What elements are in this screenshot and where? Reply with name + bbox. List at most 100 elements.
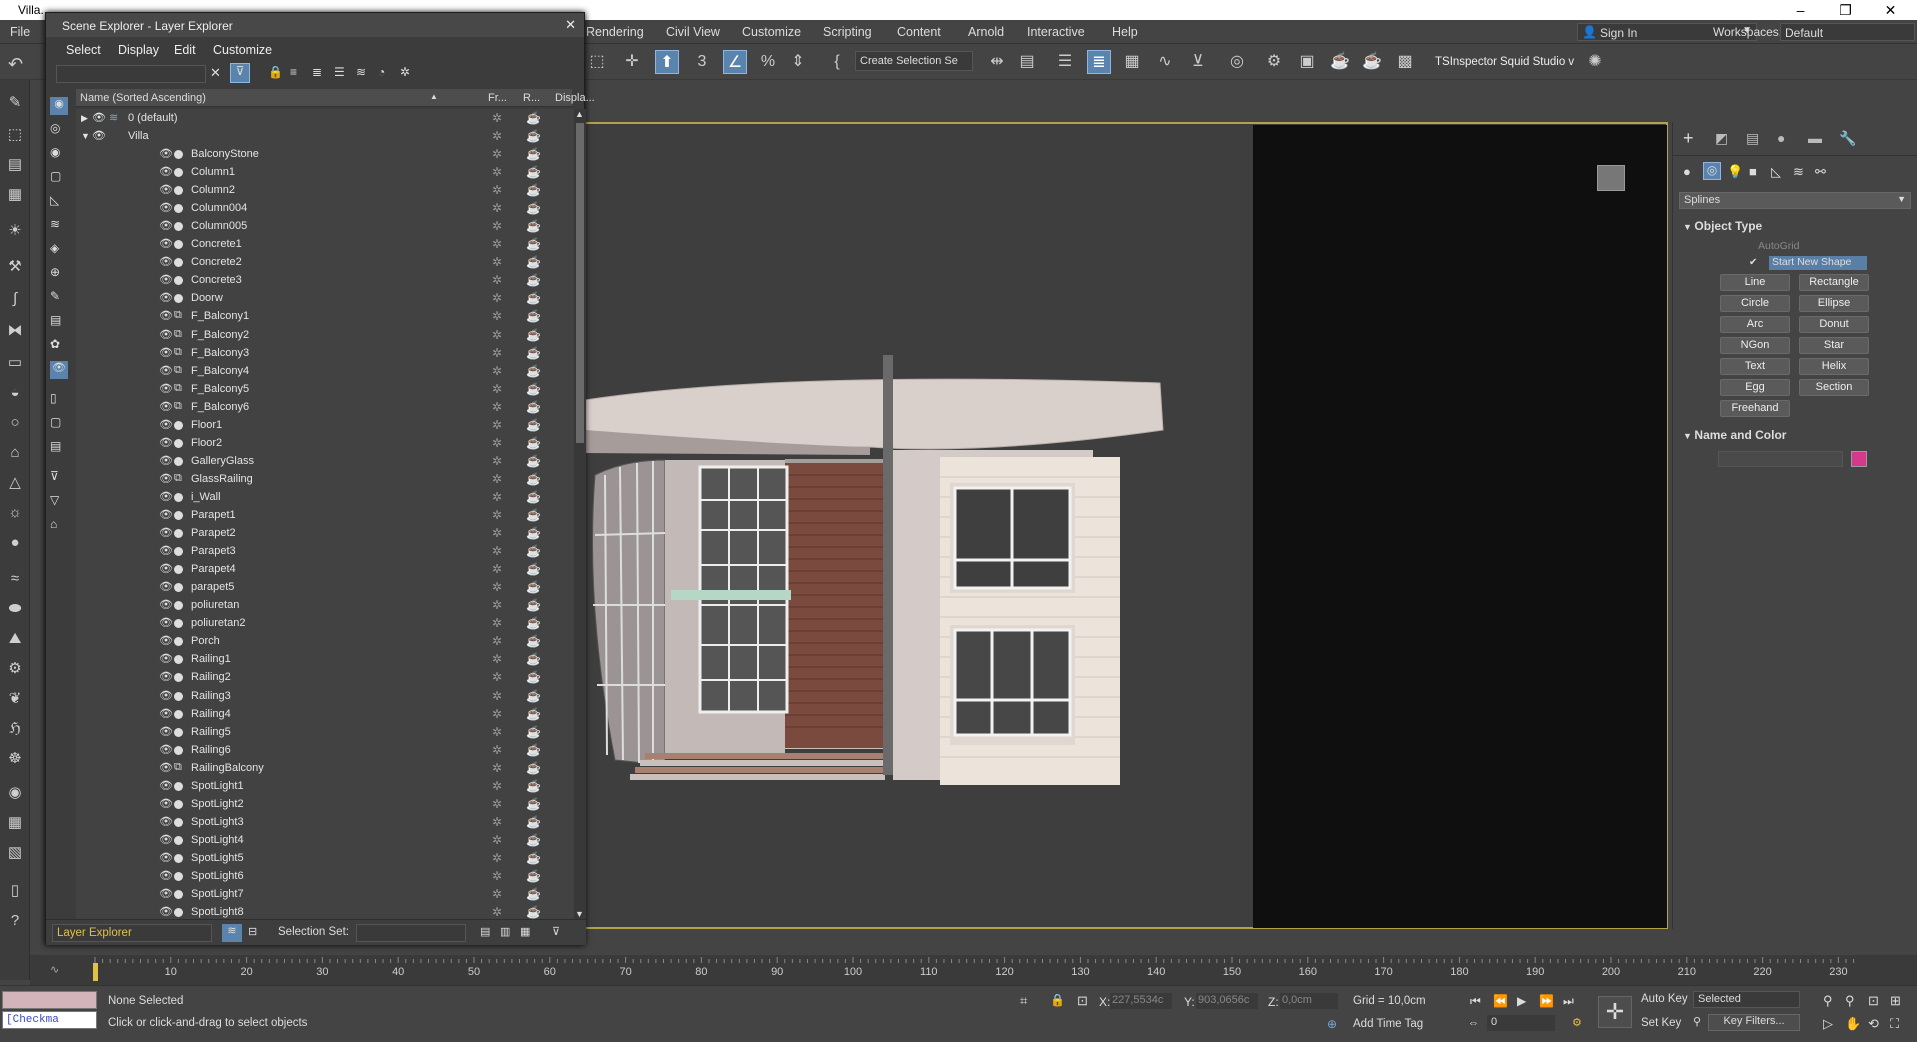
frozen-icon[interactable]: ✲ [492,235,502,253]
frozen-icon[interactable]: ✲ [492,506,502,524]
renderable-icon[interactable]: ☕ [526,813,541,831]
maximize-viewport-icon[interactable]: ⛶ [1890,1016,1899,1032]
frozen-icon[interactable]: ✲ [492,253,502,271]
time-config-icon[interactable]: ⚙ [1572,1016,1582,1029]
collapse-icon[interactable]: ▼ [81,127,90,145]
frozen-icon[interactable]: ✲ [492,434,502,452]
menu-interactive[interactable]: Interactive [1027,25,1085,39]
frozen-icon[interactable]: ✲ [492,217,502,235]
material-editor-icon[interactable]: ◎ [1225,50,1249,74]
schematic-view-icon[interactable]: ⊻ [1186,50,1210,74]
eye-icon[interactable]: 👁 [159,668,173,686]
frozen-icon[interactable]: ✲ [492,578,502,596]
object-row[interactable]: 👁SpotLight3✲☕⊛ [76,813,576,831]
renderable-icon[interactable]: ☕ [526,271,541,289]
egg-button[interactable]: Egg [1720,379,1790,396]
object-row[interactable]: 👁Column005✲☕⊛ [76,217,576,235]
curve-editor-icon[interactable]: ∿ [1153,50,1177,74]
renderable-icon[interactable]: ☕ [526,488,541,506]
snap-3d-icon[interactable]: 3 [690,50,714,74]
frozen-icon[interactable]: ✲ [492,687,502,705]
capsule-icon[interactable]: ⬬ [4,598,26,620]
object-name-input[interactable] [1718,451,1843,467]
layer-row-default[interactable]: ▶ 👁 ≋ 0 (default) ✲ ☕ ⊛ [76,109,576,127]
object-row[interactable]: 👁SpotLight2✲☕⊛ [76,795,576,813]
object-row[interactable]: 👁Concrete1✲☕⊛ [76,235,576,253]
renderable-icon[interactable]: ☕ [526,885,541,903]
text-button[interactable]: Text [1720,358,1790,375]
eye-icon[interactable]: 👁 [92,127,106,145]
eye-icon[interactable]: 👁 [159,723,173,741]
fov-icon[interactable]: ▷ [1823,1016,1833,1032]
renderable-icon[interactable]: ☕ [526,470,541,488]
key-selection-dropdown[interactable]: Selected [1693,991,1800,1008]
object-row[interactable]: 👁⧉RailingBalcony✲☕⊛ [76,759,576,777]
spline-icon[interactable]: ∫ [4,288,26,310]
layer-manager-icon[interactable]: ☰ [1053,50,1077,74]
menu-arnold[interactable]: Arnold [968,25,1004,39]
zoom-all-icon[interactable]: ⚲ [1845,993,1855,1009]
named-selection-dropdown[interactable]: Create Selection Se [855,51,973,71]
cup-icon[interactable]: ⌂ [4,442,26,464]
object-row[interactable]: 👁Parapet1✲☕⊛ [76,506,576,524]
object-row[interactable]: 👁poliuretan2✲☕⊛ [76,614,576,632]
object-row[interactable]: 👁⧉F_Balcony5✲☕⊛ [76,380,576,398]
frozen-icon[interactable]: ✲ [492,668,502,686]
eye-icon[interactable]: 👁 [159,217,173,235]
particle-filter-icon[interactable]: ✿ [50,337,60,351]
eye-icon[interactable]: 👁 [159,777,173,795]
star-button[interactable]: Star [1799,337,1869,354]
prev-frame-icon[interactable]: ⏪ [1493,994,1508,1008]
frozen-icon[interactable]: ✲ [492,344,502,362]
frozen-icon[interactable]: ✲ [492,759,502,777]
renderable-icon[interactable]: ☕ [526,578,541,596]
renderable-icon[interactable]: ☕ [526,199,541,217]
frozen-column-header[interactable]: Fr... [488,92,507,104]
eye-icon[interactable]: 👁 [159,416,173,434]
eye-icon[interactable]: 👁 [159,362,173,380]
ellipse-button[interactable]: Ellipse [1799,295,1869,312]
object-row[interactable]: 👁⧉GlassRailing✲☕⊛ [76,470,576,488]
auto-key-button[interactable]: Auto Key [1641,993,1688,1005]
z-coordinate-field[interactable]: 0,0cm [1280,993,1338,1009]
hair-icon[interactable]: ℌ [4,718,26,740]
frozen-icon[interactable]: ✲ [492,362,502,380]
goto-start-icon[interactable]: ⏮ [1470,994,1481,1009]
motion-tab-icon[interactable]: ● [1777,130,1785,146]
frozen-icon[interactable]: ✲ [492,289,502,307]
renderable-column-header[interactable]: R... [523,92,540,104]
arc-button[interactable]: Arc [1720,316,1790,333]
object-row[interactable]: 👁Concrete3✲☕⊛ [76,271,576,289]
document-icon[interactable]: ▯ [4,880,26,902]
systems-icon[interactable]: ⚯ [1815,164,1826,180]
object-row[interactable]: 👁Parapet3✲☕⊛ [76,542,576,560]
eye-icon[interactable]: 👁 [159,524,173,542]
maxscript-mini-input[interactable]: [Checkma [2,1011,97,1029]
frozen-icon[interactable]: ✲ [492,488,502,506]
eye-icon[interactable]: 👁 [159,759,173,777]
restore-icon[interactable]: ❐ [1823,0,1868,20]
se-menu-edit[interactable]: Edit [174,43,196,57]
workspace-dropdown[interactable]: Default [1780,23,1915,41]
eye-icon[interactable]: 👁 [159,705,173,723]
visibility-filter-icon[interactable]: 👁 [50,361,68,379]
frozen-icon[interactable]: ✲ [492,199,502,217]
object-row[interactable]: 👁SpotLight4✲☕⊛ [76,831,576,849]
time-tag-icon[interactable]: ⊕ [1327,1017,1337,1031]
eye-icon[interactable]: 👁 [159,560,173,578]
object-row[interactable]: 👁Parapet2✲☕⊛ [76,524,576,542]
object-row[interactable]: 👁Railing5✲☕⊛ [76,723,576,741]
renderable-icon[interactable]: ☕ [526,723,541,741]
eye-icon[interactable]: 👁 [159,506,173,524]
zoom-icon[interactable]: ⚲ [1823,993,1833,1009]
close-icon[interactable]: ✕ [565,17,576,33]
object-row[interactable]: 👁Floor2✲☕⊛ [76,434,576,452]
renderable-icon[interactable]: ☕ [526,867,541,885]
eye-icon[interactable]: 👁 [159,344,173,362]
tsinspector-label[interactable]: TSInspector [1435,56,1497,68]
remove-selection-icon[interactable]: ▦ [520,925,530,938]
funnel-icon[interactable]: ⊽ [50,469,59,483]
move-icon[interactable]: ✛ [620,50,644,74]
frozen-icon[interactable]: ✲ [492,614,502,632]
renderable-icon[interactable]: ☕ [526,344,541,362]
